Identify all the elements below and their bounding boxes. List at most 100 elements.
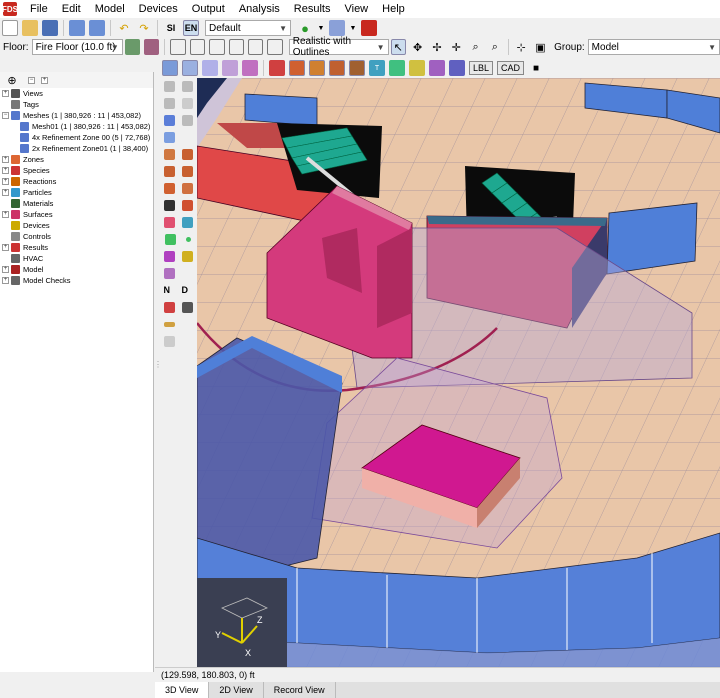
tree-item[interactable]: HVAC: [0, 253, 153, 264]
show-holes-icon[interactable]: [222, 60, 238, 76]
scene-select[interactable]: Default ▼: [205, 20, 291, 36]
floor-select[interactable]: Fire Floor (10.0 ft) ▼: [31, 39, 123, 55]
tree-item[interactable]: Materials: [0, 198, 153, 209]
tab-3d-view[interactable]: 3D View: [155, 682, 210, 698]
pan-tool-icon[interactable]: ✛: [449, 39, 464, 55]
locate-icon[interactable]: ⊕: [4, 72, 20, 88]
show-stairs-icon[interactable]: [329, 60, 345, 76]
en-units-button[interactable]: EN: [183, 20, 199, 36]
menu-help[interactable]: Help: [375, 0, 412, 18]
tree-item[interactable]: + Model: [0, 264, 153, 275]
expand-icon[interactable]: +: [2, 211, 9, 218]
menu-edit[interactable]: Edit: [55, 0, 88, 18]
draw-stair-icon[interactable]: [163, 199, 175, 211]
draw-hole-icon[interactable]: [181, 199, 193, 211]
view-back-icon[interactable]: [228, 39, 244, 55]
render-mode-select[interactable]: Realistic with Outlines ▼: [288, 36, 389, 58]
nav-rotate-icon[interactable]: [181, 80, 193, 92]
draw-wall-2-icon[interactable]: [181, 165, 193, 177]
orbit-tool-icon[interactable]: ✥: [410, 39, 425, 55]
dimension-icon[interactable]: D: [182, 285, 193, 296]
show-thermocouples-icon[interactable]: T: [369, 60, 385, 76]
menu-model[interactable]: Model: [88, 0, 132, 18]
zoom-tool-icon[interactable]: ⌕: [468, 39, 483, 55]
expand-icon[interactable]: +: [2, 167, 9, 174]
export-icon[interactable]: [89, 20, 105, 36]
view-iso-icon[interactable]: [170, 39, 186, 55]
pyrosim-logo-icon[interactable]: [361, 20, 377, 36]
si-units-button[interactable]: SI: [163, 20, 179, 36]
results-viewer-icon[interactable]: [329, 20, 345, 36]
expand-all-icon[interactable]: +: [41, 76, 48, 84]
show-walls-icon[interactable]: [289, 60, 305, 76]
walk-tool-icon[interactable]: ✢: [429, 39, 444, 55]
show-surfaces-icon[interactable]: [269, 60, 285, 76]
paint-bucket-icon[interactable]: [163, 301, 175, 313]
run-simulation-icon[interactable]: ●: [297, 20, 313, 36]
tree-item[interactable]: + Reactions: [0, 176, 153, 187]
nav-fly-icon[interactable]: [181, 97, 193, 109]
nav-walk-icon[interactable]: [163, 97, 175, 109]
show-slices-icon[interactable]: [449, 60, 465, 76]
mesh-grid-icon[interactable]: [181, 114, 193, 126]
select-tool-icon[interactable]: ↖: [390, 39, 406, 55]
mesh-tool-icon[interactable]: [163, 114, 175, 126]
draw-vent-icon[interactable]: [163, 216, 175, 228]
view-top-icon[interactable]: [189, 39, 206, 55]
group-select[interactable]: Model ▼: [587, 39, 720, 55]
collapse-all-icon[interactable]: −: [28, 76, 35, 84]
draw-thermocouple-icon[interactable]: [181, 216, 193, 228]
show-cad-button[interactable]: CAD: [497, 61, 525, 75]
draw-slab-icon[interactable]: [163, 148, 175, 160]
tab-2d-view[interactable]: 2D View: [209, 682, 264, 698]
show-sprinklers-icon[interactable]: [409, 60, 425, 76]
nav-orbit-icon[interactable]: [163, 80, 175, 92]
run-dropdown-icon[interactable]: ▼: [317, 20, 325, 36]
draw-block-icon[interactable]: [163, 182, 175, 194]
tree-item[interactable]: 4x Refinement Zone 00 (5 | 72,768): [0, 132, 153, 143]
draw-wall-icon[interactable]: [163, 165, 175, 177]
show-vents-icon[interactable]: [242, 60, 258, 76]
tab-record-view[interactable]: Record View: [264, 682, 336, 698]
tree-item[interactable]: 2x Refinement Zone01 (1 | 38,400): [0, 143, 153, 154]
expand-icon[interactable]: +: [2, 277, 9, 284]
show-devices-icon[interactable]: [389, 60, 405, 76]
tree-item[interactable]: + Species: [0, 165, 153, 176]
reset-view-icon[interactable]: ▣: [533, 39, 548, 55]
expand-icon[interactable]: +: [2, 244, 9, 251]
tree-item[interactable]: + Results: [0, 242, 153, 253]
view-right-icon[interactable]: [267, 39, 283, 55]
menu-output[interactable]: Output: [185, 0, 232, 18]
camera-icon[interactable]: ■: [528, 60, 544, 76]
redo-icon[interactable]: ↷: [136, 20, 152, 36]
draw-room-icon[interactable]: [181, 182, 193, 194]
expand-icon[interactable]: +: [2, 266, 9, 273]
north-arrow-icon[interactable]: N: [164, 285, 175, 296]
tree-item[interactable]: − Meshes (1 | 380,926 : 11 | 453,082): [0, 110, 153, 121]
expand-icon[interactable]: +: [2, 90, 9, 97]
show-particles-icon[interactable]: [429, 60, 445, 76]
show-meshes-icon[interactable]: [162, 60, 178, 76]
open-folder-icon[interactable]: [22, 20, 38, 36]
draw-slice-icon[interactable]: [163, 267, 175, 279]
draw-particle-icon[interactable]: [163, 250, 175, 262]
floor-plan-icon[interactable]: [124, 39, 141, 55]
show-doors-icon[interactable]: [349, 60, 365, 76]
menu-devices[interactable]: Devices: [132, 0, 185, 18]
fit-view-icon[interactable]: ⊹: [513, 39, 528, 55]
view-left-icon[interactable]: [247, 39, 264, 55]
zoom-box-icon[interactable]: ⌕: [487, 39, 502, 55]
tree-item[interactable]: + Views: [0, 88, 153, 99]
view-front-icon[interactable]: [209, 39, 225, 55]
menu-analysis[interactable]: Analysis: [232, 0, 287, 18]
show-floors-icon[interactable]: [309, 60, 325, 76]
split-mesh-icon[interactable]: [163, 131, 175, 143]
menu-results[interactable]: Results: [287, 0, 338, 18]
undo-icon[interactable]: ↶: [116, 20, 132, 36]
tree-item[interactable]: + Surfaces: [0, 209, 153, 220]
menu-file[interactable]: File: [23, 0, 55, 18]
new-file-icon[interactable]: [2, 20, 18, 36]
expand-icon[interactable]: +: [2, 178, 9, 185]
draw-point-icon[interactable]: [186, 236, 191, 242]
show-obstructions-icon[interactable]: [202, 60, 218, 76]
